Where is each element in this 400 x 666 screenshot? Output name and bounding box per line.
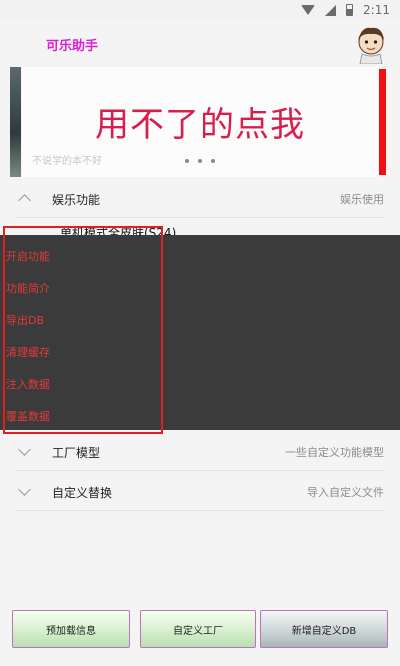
menu-item-enable[interactable]: 开启功能 (6, 248, 50, 264)
app-bar: 可乐助手 (0, 20, 400, 68)
signal-icon (325, 4, 337, 16)
section-title: 自定义替换 (52, 485, 113, 500)
previous-slide-peek (10, 67, 21, 177)
divider (16, 470, 384, 471)
app-title: 可乐助手 (46, 38, 99, 54)
carousel-dot[interactable] (211, 159, 215, 163)
menu-item-clear-cache[interactable]: 清理缓存 (6, 344, 50, 360)
chevron-down-icon (18, 443, 31, 456)
avatar[interactable] (352, 24, 390, 64)
divider (16, 217, 384, 218)
carousel-dot[interactable] (185, 159, 189, 163)
section-title: 娱乐功能 (52, 192, 101, 207)
section-custom-replace[interactable]: 自定义替换 导入自定义文件 (0, 475, 400, 509)
section-factory-model[interactable]: 工厂模型 一些自定义功能模型 (0, 435, 400, 469)
banner-headline: 用不了的点我 (95, 105, 305, 145)
status-bar: 2:11 (0, 0, 400, 20)
section-entertainment[interactable]: 娱乐功能 娱乐使用 (0, 182, 400, 216)
banner-slide[interactable]: 用不了的点我 不说学的本不好 (22, 67, 378, 177)
menu-item-intro[interactable]: 功能简介 (6, 280, 50, 296)
banner-carousel[interactable]: 用不了的点我 不说学的本不好 (10, 67, 390, 177)
next-slide-peek (379, 69, 386, 175)
battery-icon (346, 4, 354, 16)
menu-item-inject-data[interactable]: 注入数据 (6, 376, 50, 392)
menu-item-overwrite-data[interactable]: 覆盖数据 (6, 408, 50, 424)
section-subtitle: 导入自定义文件 (307, 486, 384, 499)
section-subtitle: 一些自定义功能模型 (285, 446, 384, 459)
custom-factory-button[interactable]: 自定义工厂 (140, 610, 256, 648)
chevron-up-icon (18, 194, 31, 207)
preload-info-button[interactable]: 预加载信息 (12, 610, 130, 648)
carousel-indicator (22, 159, 378, 163)
status-time: 2:11 (363, 3, 390, 17)
chevron-down-icon (18, 483, 31, 496)
add-custom-db-button[interactable]: 新增自定义DB (260, 610, 388, 648)
section-title: 工厂模型 (52, 445, 101, 460)
wifi-icon (301, 5, 316, 15)
divider (16, 510, 384, 511)
menu-item-export-db[interactable]: 导出DB (6, 312, 44, 328)
section-subtitle: 娱乐使用 (340, 193, 384, 206)
carousel-dot[interactable] (198, 159, 202, 163)
